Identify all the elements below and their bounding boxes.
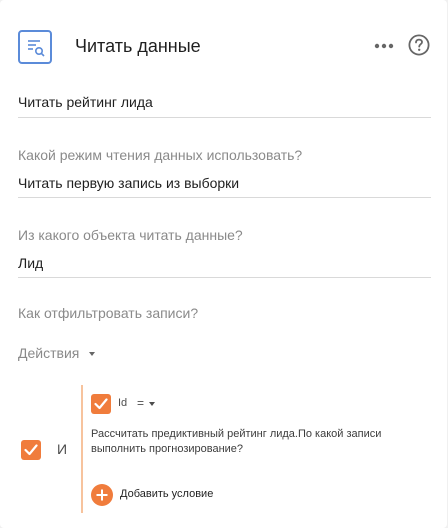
- filter-label: Как отфильтровать записи?: [18, 305, 199, 321]
- panel-title: Читать данные: [75, 36, 201, 56]
- chevron-down-icon: [89, 352, 96, 357]
- element-name-input[interactable]: Читать рейтинг лида: [18, 94, 153, 110]
- actions-label: Действия: [18, 345, 80, 361]
- element-name-field[interactable]: Читать рейтинг лида: [18, 92, 431, 118]
- document-search-icon: [18, 30, 52, 64]
- read-mode-label: Какой режим чтения данных использовать?: [18, 147, 303, 163]
- panel-header: Читать данные: [18, 28, 434, 68]
- plus-icon: [91, 484, 113, 506]
- source-object-field[interactable]: Из какого объекта читать данные? Лид: [18, 226, 431, 278]
- actions-dropdown[interactable]: Действия: [18, 345, 96, 361]
- group-operator-toggle[interactable]: И: [57, 441, 67, 457]
- condition-operator[interactable]: =: [137, 396, 156, 410]
- condition-operator-label: =: [137, 396, 145, 410]
- field-divider: [18, 277, 431, 278]
- read-mode-field[interactable]: Какой режим чтения данных использовать? …: [18, 146, 431, 198]
- condition-checkbox[interactable]: [91, 394, 111, 414]
- group-checkbox[interactable]: [21, 440, 41, 460]
- condition-field[interactable]: Id: [118, 397, 127, 409]
- help-icon[interactable]: [408, 34, 430, 56]
- field-divider: [18, 197, 431, 198]
- filter-group-border: [81, 385, 83, 513]
- source-object-label: Из какого объекта читать данные?: [18, 227, 243, 243]
- field-divider: [18, 117, 431, 118]
- chevron-down-icon: [149, 401, 156, 406]
- add-condition-label: Добавить условие: [120, 488, 214, 500]
- source-object-select[interactable]: Лид: [18, 255, 43, 271]
- read-data-panel: Читать данные Читать рейтинг лида Какой …: [0, 0, 447, 528]
- condition-value[interactable]: Рассчитать предиктивный рейтинг лида.По …: [91, 427, 411, 457]
- read-mode-select[interactable]: Читать первую запись из выборки: [18, 175, 239, 191]
- more-dots-icon[interactable]: [374, 36, 394, 56]
